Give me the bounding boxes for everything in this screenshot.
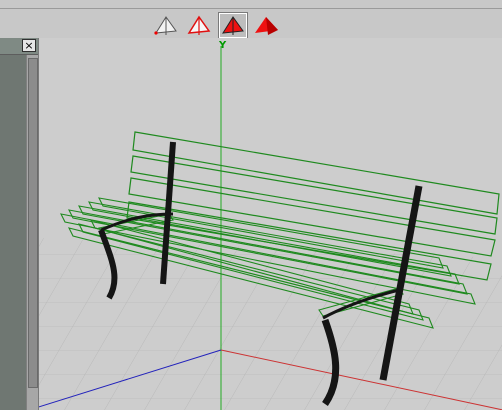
hidden-line-mode-button[interactable] <box>185 13 213 38</box>
view-toolbar <box>0 0 502 39</box>
panel-header: × <box>0 38 38 55</box>
wireframe-mode-button[interactable] <box>152 13 180 38</box>
3d-viewport[interactable]: Y <box>38 38 502 410</box>
panel-body <box>0 55 26 410</box>
close-button[interactable]: × <box>22 39 36 52</box>
scroll-thumb[interactable] <box>28 58 38 388</box>
shaded-cone-icon <box>222 16 244 35</box>
smooth-cone-icon <box>255 17 278 35</box>
smooth-shaded-mode-button[interactable] <box>252 13 280 38</box>
outline-cone-icon <box>187 15 211 35</box>
side-panel: × <box>0 38 38 410</box>
toolbar-divider <box>0 8 502 9</box>
panel-scrollbar[interactable] <box>26 55 38 410</box>
viewport-canvas <box>39 46 502 410</box>
wireframe-cone-icon <box>154 16 177 35</box>
y-axis-label: Y <box>219 40 227 51</box>
shaded-mode-button[interactable] <box>218 12 248 39</box>
